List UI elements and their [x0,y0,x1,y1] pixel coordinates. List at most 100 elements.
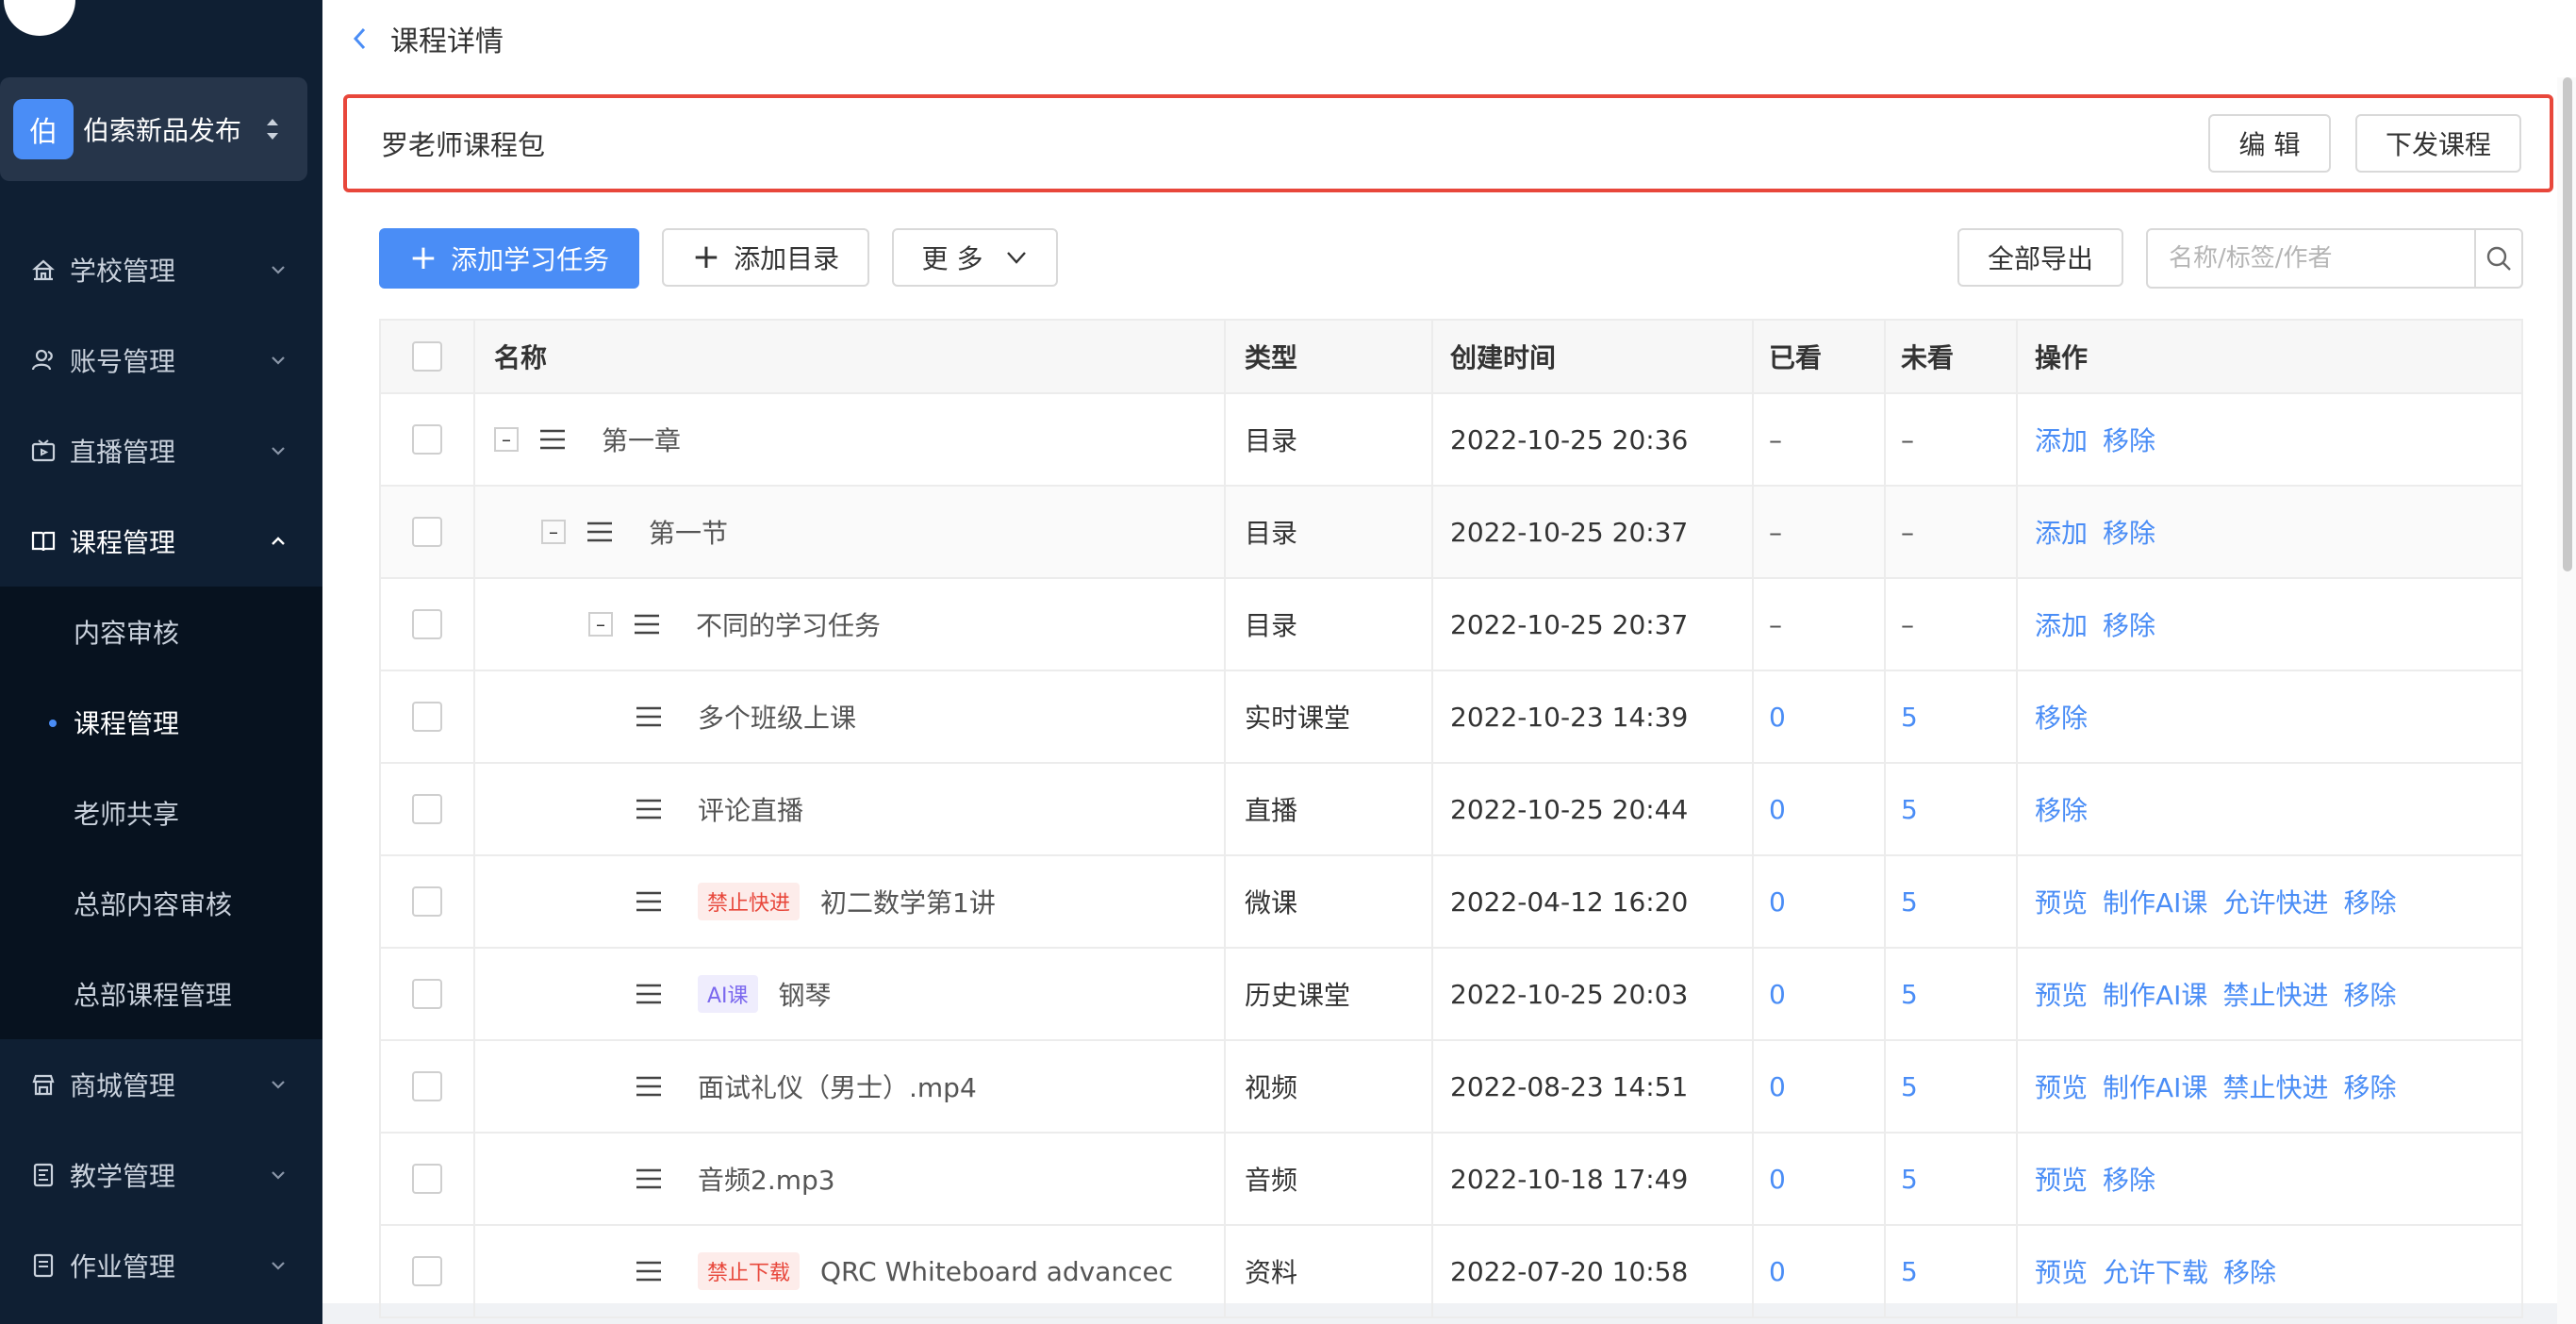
action-link[interactable]: 移除 [2223,1252,2276,1290]
edit-button[interactable]: 编 辑 [2208,114,2331,173]
drag-handle-icon[interactable] [636,1076,662,1097]
row-checkbox[interactable] [412,1071,442,1101]
seen-count-cell[interactable]: 0 [1754,764,1886,854]
action-link[interactable]: 移除 [2343,975,2396,1013]
action-link[interactable]: 移除 [2103,421,2155,458]
row-checkbox[interactable] [412,702,442,732]
action-link[interactable]: 禁止快进 [2222,1067,2328,1105]
menu-item-school[interactable]: 学校管理 [0,224,322,315]
unseen-count-cell[interactable]: 5 [1886,856,2018,947]
submenu-item-content-review[interactable]: 内容审核 [0,587,322,677]
action-link[interactable]: 制作AI课 [2103,883,2207,920]
action-link[interactable]: 添加 [2035,421,2088,458]
operations-cell: 预览 制作AI课 禁止快进 移除 [2018,1041,2521,1132]
seen-count-cell[interactable]: 0 [1754,1134,1886,1224]
plus-icon: + [691,238,721,276]
action-link[interactable]: 移除 [2035,698,2088,736]
unseen-count-cell[interactable]: 5 [1886,1134,2018,1224]
chevron-down-icon [272,1081,285,1089]
collapse-toggle-icon[interactable]: – [541,520,566,544]
collapse-toggle-icon[interactable]: – [588,612,613,637]
back-arrow-icon[interactable] [349,25,372,52]
action-link[interactable]: 允许快进 [2222,883,2328,920]
seen-count-cell[interactable]: 0 [1754,1041,1886,1132]
row-checkbox[interactable] [412,424,442,455]
action-link[interactable]: 移除 [2035,790,2088,828]
action-link[interactable]: 添加 [2035,605,2088,643]
seen-count-cell[interactable]: 0 [1754,1226,1886,1316]
row-checkbox[interactable] [412,794,442,824]
submenu-item-course-manage[interactable]: 课程管理 [0,677,322,768]
drag-handle-icon[interactable] [539,429,566,450]
drag-handle-icon[interactable] [636,1261,662,1282]
unseen-count-cell[interactable]: 5 [1886,949,2018,1039]
action-link[interactable]: 移除 [2103,605,2155,643]
unseen-count-cell[interactable]: 5 [1886,764,2018,854]
search-button[interactable] [2474,230,2521,287]
operations-cell: 预览 允许下载 移除 [2018,1226,2521,1316]
live-icon [30,438,57,464]
submenu-item-hq-course[interactable]: 总部课程管理 [0,949,322,1039]
drag-handle-icon[interactable] [636,799,662,819]
add-task-button[interactable]: + 添加学习任务 [379,228,639,289]
action-link[interactable]: 预览 [2035,883,2088,920]
action-link[interactable]: 移除 [2343,883,2396,920]
action-link[interactable]: 预览 [2035,1067,2088,1105]
action-link[interactable]: 允许下载 [2103,1252,2208,1290]
row-checkbox[interactable] [412,886,442,917]
menu-item-account[interactable]: 账号管理 [0,315,322,405]
course-table: 名称 类型 创建时间 已看 未看 操作 – 第一章 目录 2022-10-25 20:… [379,319,2523,1318]
created-time-cell: 2022-10-23 14:39 [1433,671,1754,762]
item-name: QRC Whiteboard advancec [820,1255,1174,1287]
drag-handle-icon[interactable] [636,1168,662,1189]
action-link[interactable]: 制作AI课 [2103,975,2207,1013]
scrollbar-thumb[interactable] [2563,77,2572,571]
menu-item-teaching[interactable]: 教学管理 [0,1130,322,1220]
action-link[interactable]: 预览 [2035,1252,2088,1290]
seen-count-cell[interactable]: 0 [1754,949,1886,1039]
table-row: – 第一节 目录 2022-10-25 20:37– – 添加 移除 [381,487,2521,579]
action-link[interactable]: 制作AI课 [2103,1067,2207,1105]
search-input[interactable] [2148,230,2474,287]
row-checkbox[interactable] [412,609,442,639]
add-directory-button[interactable]: + 添加目录 [662,228,869,287]
seen-count-cell[interactable]: 0 [1754,671,1886,762]
more-dropdown[interactable]: 更 多 [892,228,1058,287]
row-checkbox[interactable] [412,1256,442,1286]
menu-item-shop[interactable]: 商城管理 [0,1039,322,1130]
submenu-item-hq-review[interactable]: 总部内容审核 [0,858,322,949]
menu-item-course[interactable]: 课程管理 [0,496,322,587]
row-checkbox[interactable] [412,1164,442,1194]
action-link[interactable]: 预览 [2035,975,2088,1013]
seen-count-cell[interactable]: 0 [1754,856,1886,947]
action-link[interactable]: 预览 [2035,1160,2088,1198]
drag-handle-icon[interactable] [636,891,662,912]
export-all-button[interactable]: 全部导出 [1957,228,2123,287]
chevron-down-icon [272,1171,285,1180]
org-switcher[interactable]: 伯 伯索新品发布 [0,77,307,181]
unseen-count-cell[interactable]: 5 [1886,1041,2018,1132]
publish-course-button[interactable]: 下发课程 [2355,114,2521,173]
select-all-cell [381,321,475,392]
menu-item-live[interactable]: 直播管理 [0,405,322,496]
row-checkbox[interactable] [412,979,442,1009]
action-link[interactable]: 添加 [2035,513,2088,551]
action-link[interactable]: 禁止快进 [2222,975,2328,1013]
select-all-checkbox[interactable] [412,341,442,372]
action-link[interactable]: 移除 [2103,1160,2155,1198]
unseen-count-cell: – [1886,579,2018,670]
drag-handle-icon[interactable] [636,984,662,1004]
menu-item-homework[interactable]: 作业管理 [0,1220,322,1311]
unseen-count-cell[interactable]: 5 [1886,1226,2018,1316]
row-checkbox[interactable] [412,517,442,547]
submenu-item-teacher-share[interactable]: 老师共享 [0,768,322,858]
item-name: 评论直播 [698,795,804,826]
drag-handle-icon[interactable] [636,706,662,727]
col-name-header: 名称 [475,321,1226,392]
drag-handle-icon[interactable] [634,614,660,635]
unseen-count-cell[interactable]: 5 [1886,671,2018,762]
action-link[interactable]: 移除 [2103,513,2155,551]
drag-handle-icon[interactable] [586,521,613,542]
action-link[interactable]: 移除 [2343,1067,2396,1105]
collapse-toggle-icon[interactable]: – [494,427,519,452]
